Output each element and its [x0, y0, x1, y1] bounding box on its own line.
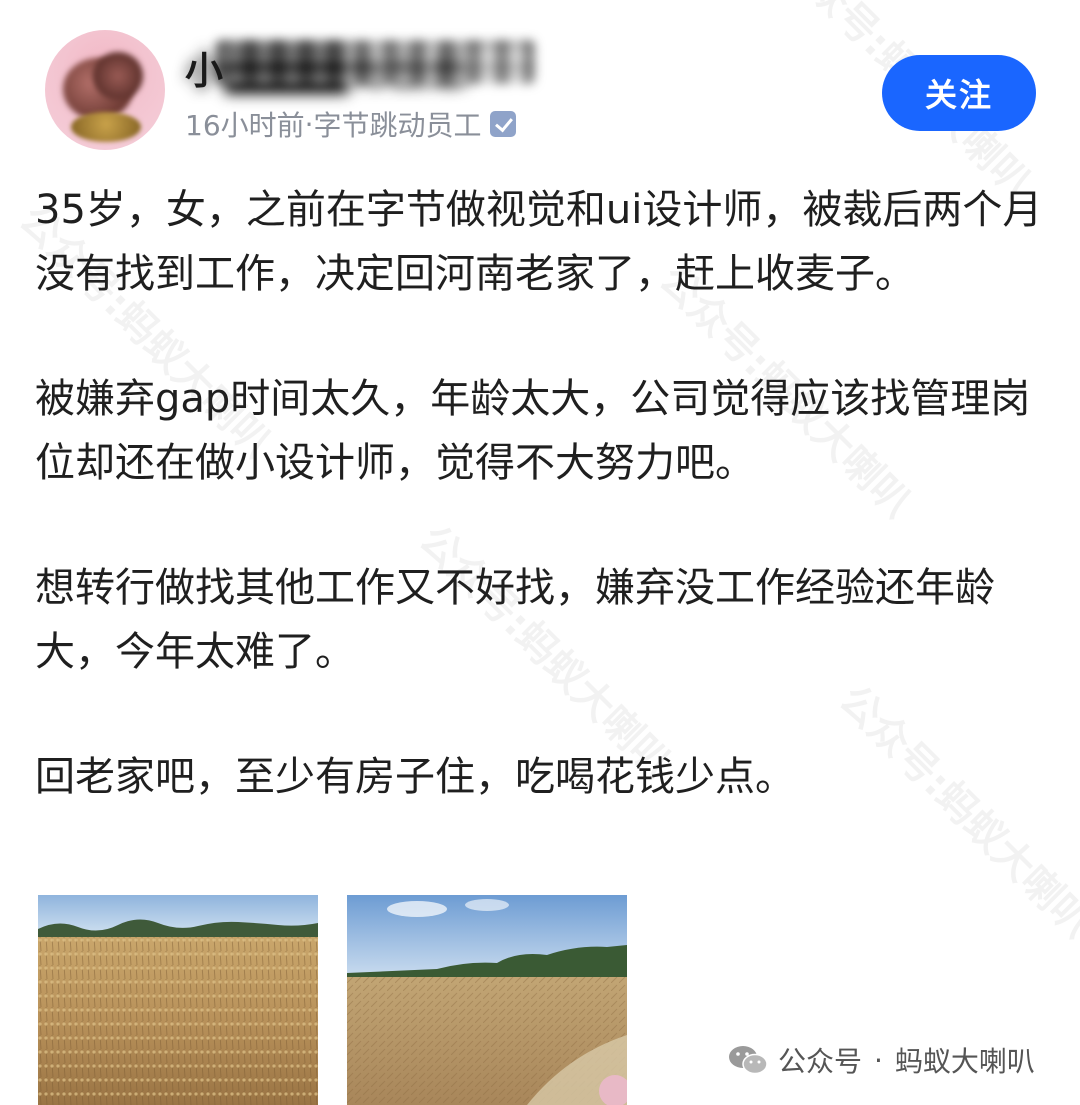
- privacy-mosaic: [215, 40, 535, 84]
- author-name[interactable]: 小████有些惑 小: [185, 36, 535, 94]
- post-paragraph: 回老家吧，至少有房子住，吃喝花钱少点。: [35, 754, 795, 800]
- post-image-wheat-field[interactable]: [38, 895, 318, 1105]
- author-name-first-char: 小: [185, 49, 224, 93]
- follow-button[interactable]: 关注: [882, 55, 1036, 131]
- verified-badge-icon: [489, 111, 516, 137]
- wechat-icon: [728, 1043, 768, 1077]
- post-image-harvested-field[interactable]: [347, 895, 627, 1105]
- author-tag: 字节跳动员工: [313, 109, 482, 142]
- post-body: 35岁，女，之前在字节做视觉和ui设计师，被裁后两个月没有找到工作，决定回河南老…: [35, 178, 1055, 870]
- meta-separator: ·: [304, 107, 314, 141]
- watermark-account: 蚂蚁大喇叭: [894, 1045, 1035, 1078]
- avatar[interactable]: [45, 30, 165, 150]
- post-meta: 16小时前 · 字节跳动员工: [185, 104, 516, 144]
- post-paragraph: 想转行做找其他工作又不好找，嫌弃没工作经验还年龄大，今年太难了。: [35, 565, 995, 675]
- post-paragraph: 35岁，女，之前在字节做视觉和ui设计师，被裁后两个月没有找到工作，决定回河南老…: [35, 187, 1043, 297]
- watermark-dot: ·: [874, 1043, 883, 1077]
- watermark-label: 公众号: [778, 1045, 863, 1078]
- post-time: 16小时前: [185, 109, 305, 142]
- post-paragraph: 被嫌弃gap时间太久，年龄太大，公司觉得应该找管理岗位却还在做小设计师，觉得不大…: [35, 376, 1031, 486]
- account-watermark: 公众号 · 蚂蚁大喇叭: [728, 1040, 1035, 1080]
